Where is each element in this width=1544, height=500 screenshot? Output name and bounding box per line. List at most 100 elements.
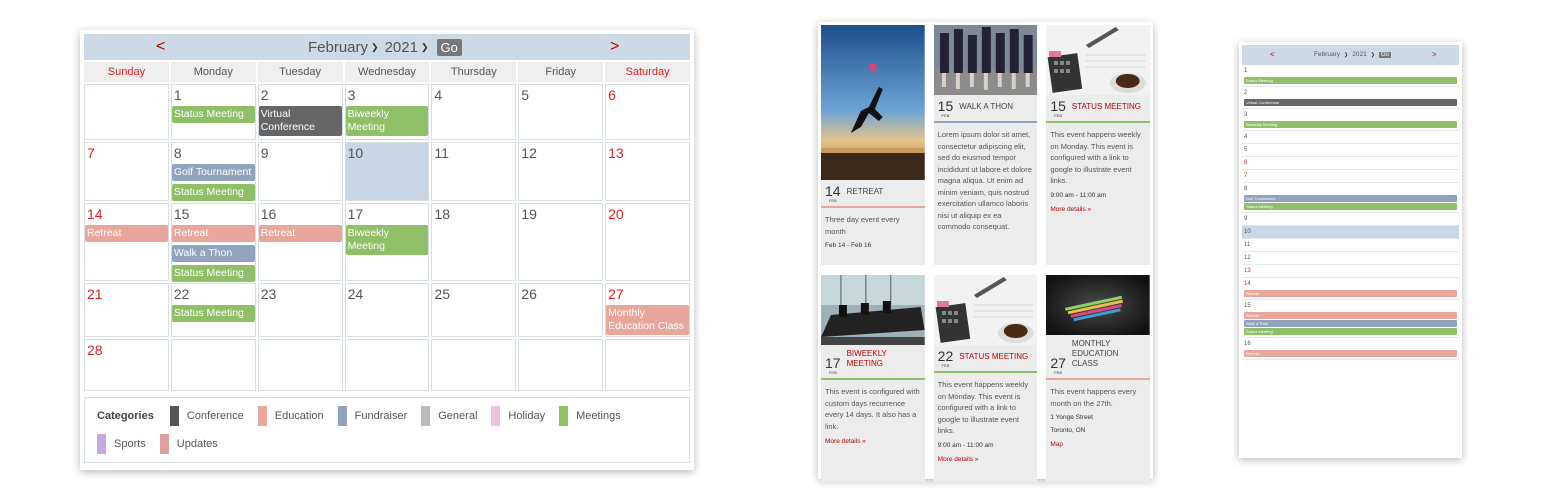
month-select[interactable]: February ❯ — [308, 39, 379, 56]
calendar-day-cell[interactable] — [84, 84, 169, 140]
mobile-day-row[interactable]: 16 Retreat — [1242, 338, 1459, 360]
calendar-day-cell[interactable]: 17 Biweekly Meeting — [344, 203, 430, 281]
year-select[interactable]: 2021 ❯ — [385, 39, 429, 56]
mobile-day-row[interactable]: 2 Virtual Conference — [1242, 87, 1459, 109]
event-card[interactable]: 17 FEB BIWEEKLY MEETING This event is confi… — [821, 275, 925, 482]
mobile-day-row[interactable]: 11 — [1242, 239, 1459, 252]
calendar-day-cell[interactable]: 9 — [257, 142, 343, 201]
mobile-month-select[interactable]: February — [1314, 51, 1340, 58]
more-details-link[interactable]: More details » — [821, 432, 925, 445]
calendar-day-cell[interactable]: 22 Status Meeting — [170, 283, 256, 337]
calendar-day-cell[interactable]: 14 Retreat — [84, 203, 169, 281]
calendar-day-cell[interactable]: 4 — [431, 84, 517, 140]
mobile-event[interactable]: Retreat — [1244, 290, 1457, 297]
mobile-event[interactable]: Virtual Conference — [1244, 99, 1457, 106]
event-title[interactable]: MONTHLY EDUCATION CLASS — [1072, 339, 1146, 375]
more-details-link[interactable]: More details » — [934, 450, 1038, 463]
mobile-day-row[interactable]: 1 Status Meeting — [1242, 65, 1459, 87]
calendar-day-cell[interactable]: 5 — [518, 84, 604, 140]
more-details-link[interactable]: More details » — [1046, 200, 1150, 213]
event-title[interactable]: RETREAT — [847, 187, 884, 203]
calendar-day-cell[interactable]: 1 Status Meeting — [170, 84, 256, 140]
legend-item[interactable]: Holiday — [491, 406, 545, 426]
legend-item[interactable]: Sports — [97, 434, 146, 454]
calendar-event[interactable]: Status Meeting — [171, 184, 255, 201]
legend-item[interactable]: Meetings — [559, 406, 621, 426]
mobile-day-row[interactable]: 6 — [1242, 157, 1459, 170]
legend-item[interactable]: Education — [257, 406, 324, 426]
calendar-day-cell[interactable]: 13 — [605, 142, 690, 201]
calendar-day-cell[interactable]: 2 Virtual Conference — [257, 84, 343, 140]
calendar-event[interactable]: Status Meeting — [171, 106, 255, 123]
mobile-event[interactable]: Retreat — [1244, 312, 1457, 319]
mobile-day-row[interactable]: 9 — [1242, 213, 1459, 226]
mobile-event[interactable]: Status Meeting — [1244, 77, 1457, 84]
calendar-day-cell[interactable]: 27 Monthly Education Class — [605, 283, 690, 337]
event-card[interactable]: 27 FEB MONTHLY EDUCATION CLASS This event h… — [1046, 275, 1150, 482]
calendar-day-cell[interactable] — [605, 339, 690, 391]
calendar-day-cell[interactable]: 19 — [518, 203, 604, 281]
mobile-event[interactable]: Golf Tournament — [1244, 195, 1457, 202]
event-title[interactable]: STATUS MEETING — [959, 352, 1028, 368]
calendar-day-cell[interactable]: 3 Biweekly Meeting — [344, 84, 430, 140]
calendar-event[interactable]: Monthly Education Class — [606, 305, 689, 335]
calendar-day-cell[interactable]: 12 — [518, 142, 604, 201]
calendar-day-cell[interactable]: 20 — [605, 203, 690, 281]
calendar-event[interactable]: Status Meeting — [171, 265, 255, 282]
mobile-day-row[interactable]: 14 Retreat — [1242, 278, 1459, 300]
mobile-year-select[interactable]: 2021 — [1352, 51, 1366, 58]
calendar-day-cell[interactable]: 8 Golf Tournament Status Meeting — [170, 142, 256, 201]
map-link[interactable]: Map — [1046, 435, 1150, 448]
calendar-day-cell[interactable] — [431, 339, 517, 391]
calendar-day-cell[interactable]: 23 — [257, 283, 343, 337]
mobile-day-row[interactable]: 7 — [1242, 170, 1459, 183]
event-card[interactable]: 15 FEB STATUS MEETING This event happens we… — [1046, 25, 1150, 265]
event-title[interactable]: BIWEEKLY MEETING — [847, 349, 921, 375]
legend-item[interactable]: General — [421, 406, 477, 426]
event-title[interactable]: WALK A THON — [959, 102, 1013, 118]
mobile-day-row[interactable]: 15 Retreat Walk a Thon Status Meeting — [1242, 300, 1459, 338]
calendar-day-cell[interactable]: 15 Retreat Walk a Thon Status Meeting — [170, 203, 256, 282]
legend-item[interactable]: Updates — [159, 434, 218, 454]
event-card[interactable]: 22 FEB STATUS MEETING This event happens we… — [933, 275, 1038, 482]
calendar-day-cell[interactable] — [344, 339, 430, 391]
calendar-event[interactable]: Retreat — [171, 225, 255, 242]
mobile-event[interactable]: Retreat — [1244, 350, 1457, 357]
event-card[interactable]: 14 FEB RETREAT Three day event every month F… — [821, 25, 925, 265]
calendar-event[interactable]: Biweekly Meeting — [345, 106, 429, 136]
legend-item[interactable]: Conference — [169, 406, 244, 426]
mobile-day-row[interactable]: 10 — [1242, 226, 1459, 239]
mobile-event[interactable]: Walk a Thon — [1244, 320, 1457, 327]
calendar-day-cell[interactable]: 16 Retreat — [257, 203, 343, 281]
calendar-day-cell[interactable]: 24 — [344, 283, 430, 337]
mobile-next-month-button[interactable]: > — [1432, 50, 1437, 59]
calendar-event[interactable]: Virtual Conference — [258, 106, 342, 136]
event-title[interactable]: STATUS MEETING — [1072, 102, 1141, 118]
calendar-day-cell[interactable] — [170, 339, 256, 391]
next-month-button[interactable]: > — [610, 38, 619, 56]
calendar-event[interactable]: Walk a Thon — [171, 245, 255, 262]
calendar-event[interactable]: Status Meeting — [171, 305, 255, 322]
mobile-day-row[interactable]: 3 Biweekly Meeting — [1242, 109, 1459, 131]
mobile-prev-month-button[interactable]: < — [1270, 50, 1275, 59]
mobile-day-row[interactable]: 13 — [1242, 265, 1459, 278]
mobile-event[interactable]: Status Meeting — [1244, 328, 1457, 335]
calendar-day-cell[interactable]: 6 — [605, 84, 690, 140]
calendar-event[interactable]: Golf Tournament — [171, 164, 255, 181]
calendar-event[interactable]: Retreat — [85, 225, 168, 242]
calendar-day-cell[interactable]: 7 — [84, 142, 169, 201]
prev-month-button[interactable]: < — [156, 38, 165, 56]
calendar-day-cell[interactable]: 25 — [431, 283, 517, 337]
calendar-event[interactable]: Retreat — [258, 225, 342, 242]
event-card[interactable]: 15 FEB WALK A THON Lorem ipsum dolor sit am… — [933, 25, 1038, 265]
mobile-event[interactable]: Status Meeting — [1244, 203, 1457, 210]
mobile-day-row[interactable]: 12 — [1242, 252, 1459, 265]
calendar-day-cell[interactable]: 11 — [431, 142, 517, 201]
mobile-event[interactable]: Biweekly Meeting — [1244, 121, 1457, 128]
calendar-day-cell[interactable]: 21 — [84, 283, 169, 337]
mobile-day-row[interactable]: 4 — [1242, 131, 1459, 144]
calendar-day-cell[interactable]: 26 — [518, 283, 604, 337]
calendar-day-cell[interactable]: 18 — [431, 203, 517, 281]
calendar-day-cell[interactable]: 28 — [84, 339, 169, 391]
calendar-day-cell[interactable] — [518, 339, 604, 391]
